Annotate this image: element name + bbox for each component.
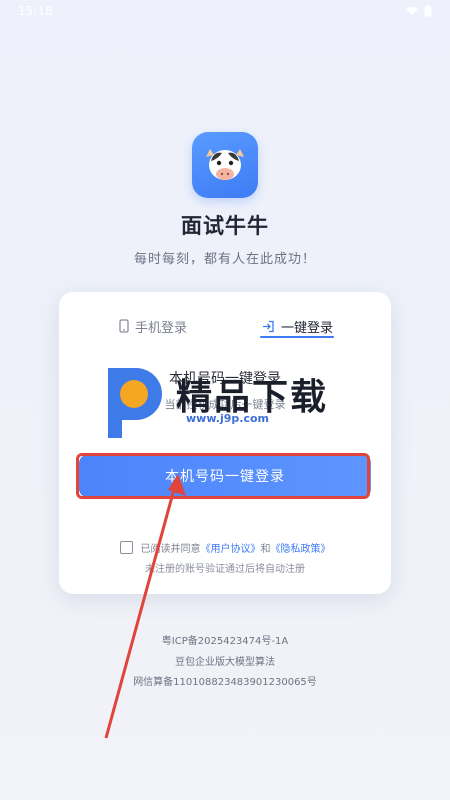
login-info-subtitle: 当前授权成功后一键登录: [164, 398, 286, 411]
footer-icp: 粤ICP备2025423474号-1A: [161, 636, 289, 647]
tab-phone-login-label: 手机登录: [135, 320, 188, 336]
agreement-note: 未注册的账号验证通过后将自动注册: [145, 564, 305, 575]
user-agreement-link[interactable]: 《用户协议》: [201, 544, 261, 555]
agreement-prefix: 已阅读并同意: [140, 544, 201, 555]
privacy-policy-link[interactable]: 《隐私政策》: [271, 544, 331, 555]
login-icon: [263, 320, 274, 332]
active-tab-indicator: [260, 336, 334, 338]
agreement-and: 和: [260, 544, 271, 555]
login-card: 手机登录 一键登录 本机号码一键登录 当前授权成功后一键登录 本机号码一键登录 …: [59, 292, 391, 594]
login-info-title: 本机号码一键登录: [169, 371, 281, 387]
one-click-login-button[interactable]: 本机号码一键登录: [79, 455, 371, 497]
battery-icon: [424, 5, 432, 17]
status-time: 15:18: [18, 4, 53, 18]
wifi-icon: [406, 6, 418, 15]
agreement-row: 已阅读并同意《用户协议》和《隐私政策》: [59, 540, 391, 555]
status-icons: [406, 5, 432, 17]
tab-one-click-login-label: 一键登录: [281, 320, 334, 336]
app-slogan: 每时每刻，都有人在此成功！: [133, 252, 316, 267]
login-tabs: 手机登录 一键登录: [59, 312, 391, 342]
app-name: 面试牛牛: [181, 214, 269, 238]
footer-algorithm: 网信算备110108823483901230065号: [133, 677, 317, 688]
tab-phone-login[interactable]: 手机登录: [119, 312, 187, 340]
agreement-checkbox[interactable]: [119, 541, 133, 554]
app-logo: [192, 132, 258, 198]
cow-icon: [206, 149, 244, 180]
footer-model: 豆包企业版大模型算法: [175, 657, 275, 668]
agreement-text: 已阅读并同意《用户协议》和《隐私政策》: [141, 540, 331, 555]
phone-icon: [119, 319, 129, 333]
status-bar: 15:18: [0, 0, 450, 22]
